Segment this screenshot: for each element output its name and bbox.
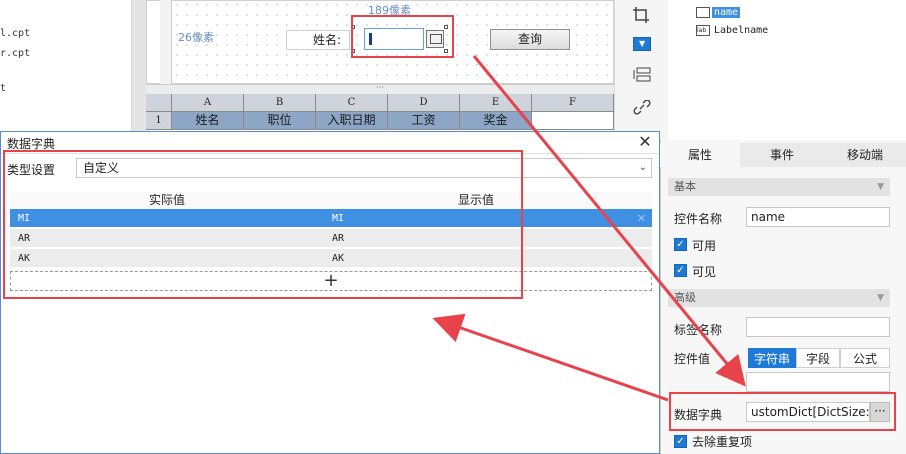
annotation-arrows [432, 55, 746, 402]
